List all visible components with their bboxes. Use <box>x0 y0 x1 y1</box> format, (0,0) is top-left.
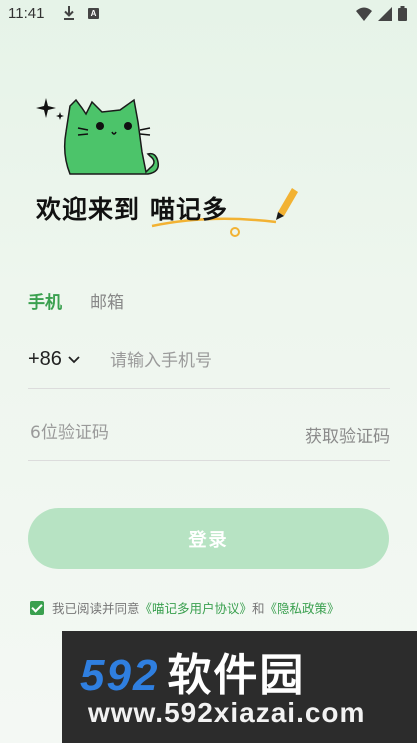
underline-loop <box>230 227 240 237</box>
code-row: 获取验证码 <box>28 412 390 461</box>
phone-row: +86 <box>28 340 390 389</box>
country-code-selector[interactable]: +86 <box>28 348 80 371</box>
watermark-number: 592 <box>80 651 160 700</box>
login-button[interactable]: 登录 <box>28 508 389 569</box>
cat-mascot-icon <box>63 98 160 175</box>
agreement-checkbox[interactable] <box>30 600 44 615</box>
phone-input[interactable] <box>108 348 382 374</box>
agreement-prefix: 我已阅读并同意 <box>52 601 140 616</box>
status-bar: 11:41 A <box>0 0 417 28</box>
signal-icon <box>378 6 392 21</box>
pencil-icon <box>276 188 298 220</box>
welcome-heading: 欢迎来到 喵记多 <box>36 190 228 226</box>
status-time: 11:41 <box>8 5 45 22</box>
country-code: +86 <box>28 348 62 370</box>
battery-icon <box>398 6 407 21</box>
login-method-tabs: 手机 邮箱 <box>28 288 124 313</box>
sparkle-icon <box>36 98 64 120</box>
agreement-and: 和 <box>252 601 265 616</box>
status-icons <box>356 6 407 21</box>
watermark-name: 软件园 <box>167 650 306 701</box>
privacy-policy-link[interactable]: 《隐私政策》 <box>265 598 340 617</box>
watermark: 592 软件园 www.592xiazai.com <box>62 631 417 743</box>
get-code-button[interactable]: 获取验证码 <box>305 422 390 447</box>
verification-code-input[interactable] <box>28 420 262 446</box>
watermark-url: www.592xiazai.com <box>88 697 366 728</box>
agreement-row: 我已阅读并同意 《喵记多用户协议》 和 《隐私政策》 <box>30 598 340 617</box>
watermark-title: 592 软件园 <box>80 639 305 703</box>
wifi-icon <box>356 7 372 21</box>
user-agreement-link[interactable]: 《喵记多用户协议》 <box>140 598 253 617</box>
tab-phone[interactable]: 手机 <box>28 288 62 313</box>
notification-badge-icon: A <box>88 8 99 19</box>
welcome-text: 欢迎来到 <box>36 195 141 224</box>
tab-email[interactable]: 邮箱 <box>90 288 124 313</box>
chevron-down-icon <box>68 355 80 363</box>
download-icon <box>64 6 74 20</box>
brand-name: 喵记多 <box>150 195 229 224</box>
